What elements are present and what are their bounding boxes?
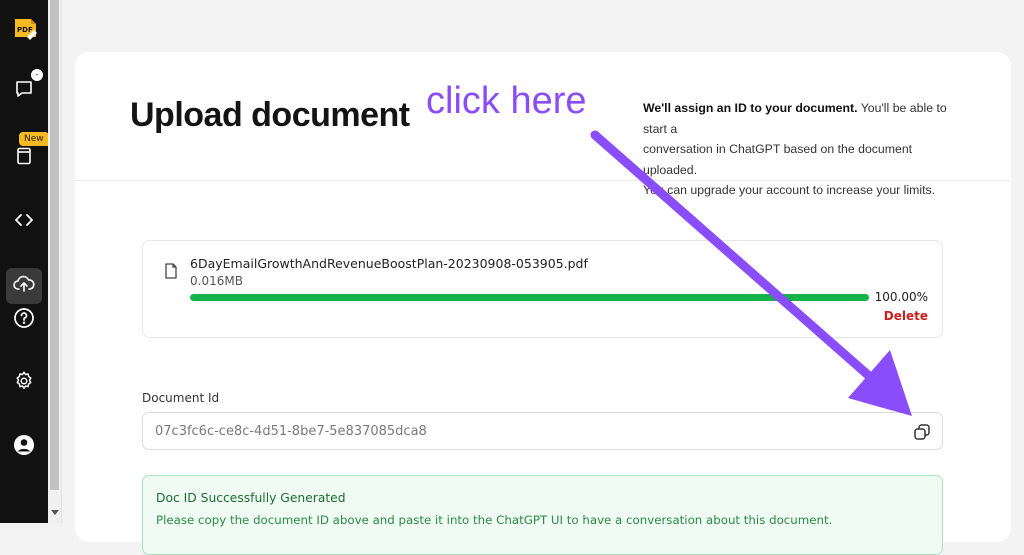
header-divider [75, 180, 1011, 181]
cloud-upload-icon [13, 274, 35, 298]
pdf-logo-icon[interactable]: PDF [13, 16, 39, 40]
info-text: We'll assign an ID to your document. You… [643, 98, 963, 201]
upload-progress-bar [190, 294, 869, 301]
info-line2: conversation in ChatGPT based on the doc… [643, 142, 913, 177]
success-title: Doc ID Successfully Generated [156, 491, 346, 505]
gear-icon [13, 370, 35, 396]
success-alert: Doc ID Successfully Generated Please cop… [142, 475, 943, 555]
user-avatar-icon [13, 434, 35, 460]
svg-text:PDF: PDF [17, 26, 33, 34]
progress-percent: 100.00% [874, 290, 928, 304]
scrollbar-thumb[interactable] [50, 0, 59, 490]
upload-card: Upload document click here We'll assign … [75, 52, 1011, 555]
sidebar-item-library[interactable] [6, 140, 42, 176]
document-id-value[interactable]: 07c3fc6c-ce8c-4d51-8be7-5e837085dca8 [155, 424, 427, 439]
copy-icon[interactable] [912, 422, 932, 442]
scrollbar[interactable] [48, 0, 62, 523]
uploaded-file-panel: 6DayEmailGrowthAndRevenueBoostPlan-20230… [142, 240, 943, 338]
info-line3: You can upgrade your account to increase… [643, 183, 936, 197]
delete-button[interactable]: Delete [884, 309, 928, 323]
page-title: Upload document [130, 96, 410, 134]
sidebar-item-upload[interactable] [6, 268, 42, 304]
help-circle-icon [13, 307, 35, 333]
chat-bubble-icon [14, 79, 34, 103]
document-id-field[interactable]: 07c3fc6c-ce8c-4d51-8be7-5e837085dca8 [142, 412, 943, 450]
chat-badge: - [30, 68, 44, 82]
sidebar: PDF - New [0, 0, 49, 523]
success-message: Please copy the document ID above and pa… [156, 513, 833, 527]
annotation-text: click here [426, 80, 587, 122]
sidebar-item-settings[interactable] [6, 365, 42, 401]
file-name: 6DayEmailGrowthAndRevenueBoostPlan-20230… [190, 256, 588, 271]
sidebar-item-code[interactable] [6, 204, 42, 240]
document-id-label: Document Id [142, 391, 220, 405]
scroll-down-arrow-icon[interactable] [51, 510, 59, 515]
upload-progress-fill [190, 294, 869, 301]
file-size: 0.016MB [190, 274, 243, 288]
code-brackets-icon [14, 210, 34, 234]
book-icon [14, 146, 34, 170]
file-icon [164, 263, 178, 279]
info-bold: We'll assign an ID to your document. [643, 101, 858, 115]
sidebar-item-account[interactable] [6, 429, 42, 465]
sidebar-item-help[interactable] [6, 302, 42, 338]
